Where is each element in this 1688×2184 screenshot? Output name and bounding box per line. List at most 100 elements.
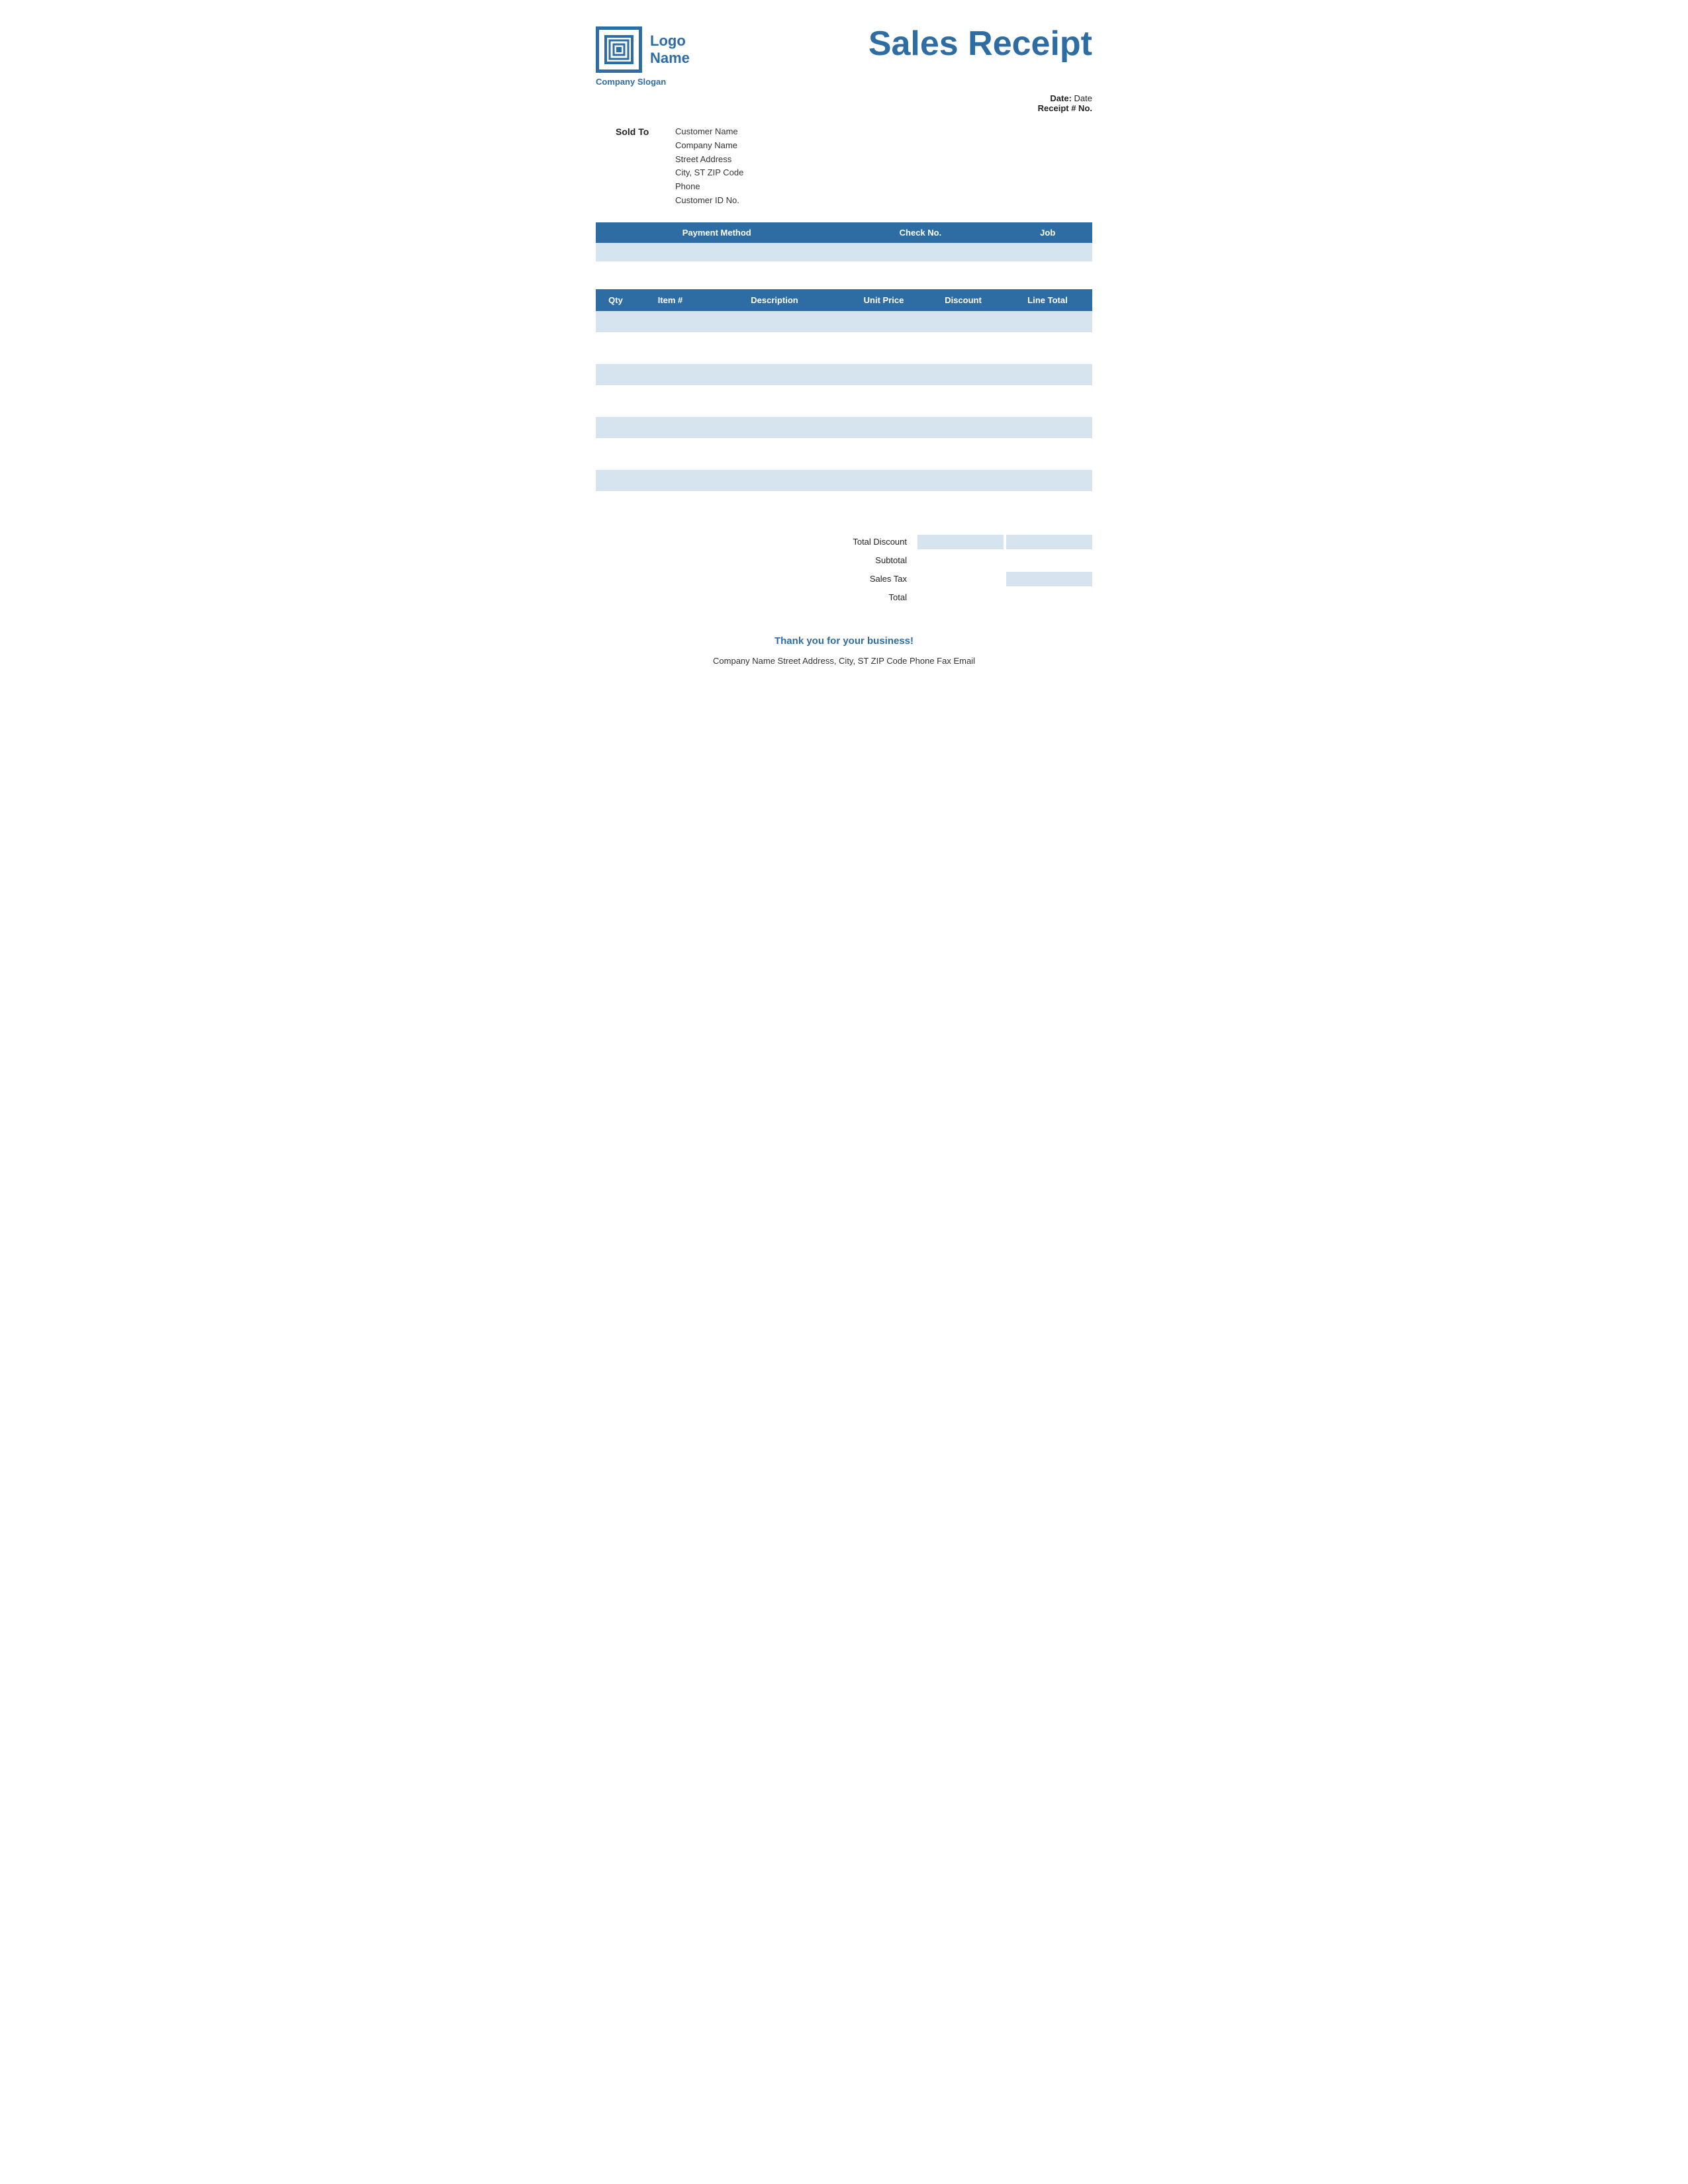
item-spacer-cell [705, 465, 844, 470]
item-spacer-cell [1003, 465, 1092, 470]
item-spacer-cell [705, 385, 844, 390]
payment-method-cell [596, 243, 837, 261]
item-cell [844, 417, 923, 438]
item-cell [844, 338, 923, 359]
item-cell [596, 338, 635, 359]
check-no-cell [837, 243, 1003, 261]
logo-name: Logo Name [650, 32, 690, 68]
item-spacer-cell [1003, 359, 1092, 364]
sales-tax-label: Sales Tax [829, 574, 915, 584]
item-cell [923, 496, 1003, 518]
item-spacer-cell [635, 491, 705, 496]
item-cell [923, 338, 1003, 359]
item-cell [923, 364, 1003, 385]
street-address: Street Address [675, 153, 743, 167]
company-name: Company Name [675, 139, 743, 153]
items-table: Qty Item # Description Unit Price Discou… [596, 289, 1092, 523]
item-spacer-cell [596, 491, 635, 496]
item-spacer-cell [844, 359, 923, 364]
unit-price-header: Unit Price [844, 289, 923, 311]
item-cell [705, 496, 844, 518]
line-total-header: Line Total [1003, 289, 1092, 311]
sold-to-section: Sold To Customer Name Company Name Stree… [596, 125, 1092, 208]
footer-info: Company Name Street Address, City, ST ZI… [596, 656, 1092, 666]
totals-section: Total Discount Subtotal Sales Tax Total [596, 535, 1092, 609]
item-spacer-cell [1003, 491, 1092, 496]
item-spacer-cell [705, 518, 844, 523]
item-spacer-cell [1003, 438, 1092, 443]
item-spacer-cell [923, 491, 1003, 496]
item-spacer-cell [923, 359, 1003, 364]
item-cell [1003, 390, 1092, 412]
job-cell [1003, 243, 1092, 261]
subtotal-spacer [917, 553, 1004, 568]
item-cell [635, 470, 705, 491]
item-spacer-cell [705, 332, 844, 338]
subtotal-value [1006, 553, 1092, 568]
item-number-header: Item # [635, 289, 705, 311]
item-spacer-cell [596, 332, 635, 338]
item-cell [1003, 470, 1092, 491]
item-spacer-cell [844, 465, 923, 470]
logo-area: Logo Name [596, 26, 690, 73]
totals-grid: Total Discount Subtotal Sales Tax Total [814, 535, 1092, 609]
item-cell [705, 470, 844, 491]
total-discount-label: Total Discount [829, 537, 915, 547]
item-cell [596, 390, 635, 412]
sold-to-details: Customer Name Company Name Street Addres… [675, 125, 743, 208]
item-spacer-cell [923, 332, 1003, 338]
customer-id: Customer ID No. [675, 194, 743, 208]
total-discount-box2 [1006, 535, 1092, 549]
item-cell [705, 311, 844, 332]
item-spacer-cell [1003, 412, 1092, 417]
item-spacer-cell [635, 412, 705, 417]
item-cell [844, 311, 923, 332]
item-cell [923, 311, 1003, 332]
item-cell [1003, 364, 1092, 385]
item-spacer-cell [923, 518, 1003, 523]
item-spacer-cell [705, 359, 844, 364]
date-value: Date [1074, 93, 1092, 103]
item-spacer-cell [1003, 385, 1092, 390]
item-spacer-cell [596, 438, 635, 443]
item-cell [635, 338, 705, 359]
subtotal-label: Subtotal [829, 555, 915, 565]
item-cell [635, 443, 705, 465]
item-spacer-cell [844, 412, 923, 417]
item-cell [1003, 417, 1092, 438]
item-spacer-cell [923, 438, 1003, 443]
item-spacer-cell [844, 385, 923, 390]
item-cell [844, 470, 923, 491]
item-cell [596, 311, 635, 332]
item-cell [1003, 338, 1092, 359]
discount-header: Discount [923, 289, 1003, 311]
item-cell [596, 470, 635, 491]
payment-method-header: Payment Method [596, 222, 837, 243]
sales-tax-value [1006, 572, 1092, 586]
date-field: Date: Date [596, 93, 1092, 103]
item-cell [705, 338, 844, 359]
item-cell [635, 311, 705, 332]
total-spacer [917, 590, 1004, 605]
check-no-header: Check No. [837, 222, 1003, 243]
date-receipt-area: Date: Date Receipt # No. [596, 93, 1092, 113]
item-spacer-cell [705, 491, 844, 496]
subtotal-row: Subtotal [814, 553, 1092, 568]
item-cell [596, 443, 635, 465]
date-label: Date: [1050, 93, 1072, 103]
header: Logo Name Sales Receipt [596, 26, 1092, 73]
qty-header: Qty [596, 289, 635, 311]
item-cell [705, 364, 844, 385]
receipt-number: Receipt # No. [596, 103, 1092, 113]
item-spacer-cell [635, 359, 705, 364]
thank-you-message: Thank you for your business! [596, 635, 1092, 647]
item-spacer-cell [596, 385, 635, 390]
item-cell [923, 390, 1003, 412]
item-spacer-cell [923, 412, 1003, 417]
item-cell [923, 417, 1003, 438]
item-spacer-cell [844, 518, 923, 523]
sales-tax-row: Sales Tax [814, 572, 1092, 586]
item-spacer-cell [923, 385, 1003, 390]
total-discount-row: Total Discount [814, 535, 1092, 549]
item-spacer-cell [635, 385, 705, 390]
